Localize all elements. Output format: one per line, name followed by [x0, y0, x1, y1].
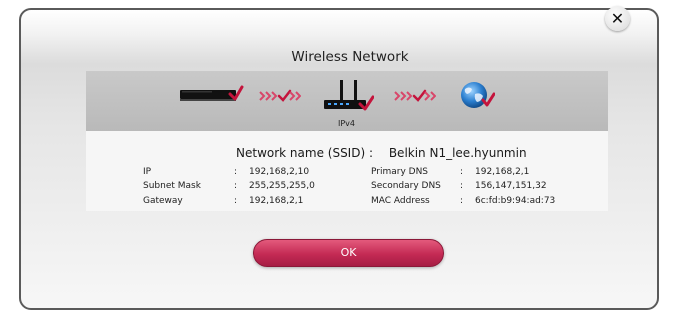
ssid-value: Belkin N1_lee.hyunmin — [388, 146, 527, 160]
internet-globe-icon — [461, 82, 495, 108]
ssid-line: Network name (SSID) : Belkin N1_lee.hyun… — [236, 146, 527, 160]
primary-dns-label: Primary DNS — [371, 167, 429, 177]
secondary-dns-label: Secondary DNS — [371, 181, 441, 191]
ip-colon: : — [234, 167, 238, 177]
player-device-icon — [180, 85, 244, 101]
mac-address-label: MAC Address — [371, 196, 430, 206]
dialog-title: Wireless Network — [291, 49, 409, 65]
close-button[interactable]: ✕ — [605, 6, 630, 31]
secondary-dns-value: 156,147,151,32 — [475, 181, 547, 191]
ssid-label: Network name (SSID) : — [236, 146, 373, 160]
gateway-label: Gateway — [143, 196, 183, 206]
ip-label: IP — [143, 167, 152, 177]
gateway-colon: : — [234, 196, 238, 206]
subnet-mask-colon: : — [234, 181, 238, 191]
gateway-value: 192,168,2,1 — [249, 196, 304, 206]
primary-dns-value: 192,168,2,1 — [475, 167, 530, 177]
primary-dns-colon: : — [460, 167, 464, 177]
subnet-mask-label: Subnet Mask — [143, 181, 201, 191]
close-icon: ✕ — [610, 9, 625, 28]
ip-version-label: IPv4 — [338, 119, 356, 128]
ok-button[interactable]: OK — [253, 239, 444, 267]
arrows-icon — [394, 89, 436, 102]
router-icon — [324, 80, 374, 111]
subnet-mask-value: 255,255,255,0 — [249, 181, 315, 191]
ip-value: 192,168,2,10 — [249, 167, 310, 177]
secondary-dns-colon: : — [460, 181, 464, 191]
arrows-icon — [259, 89, 301, 102]
mac-address-colon: : — [460, 196, 464, 206]
mac-address-value: 6c:fd:b9:94:ad:73 — [475, 196, 556, 206]
